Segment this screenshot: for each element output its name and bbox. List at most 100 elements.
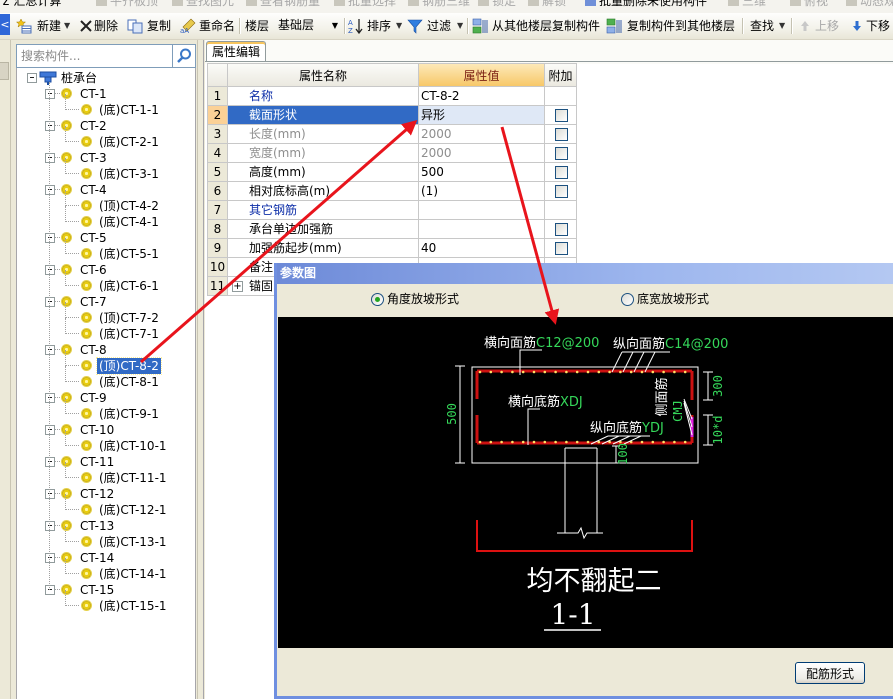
- property-value-cell[interactable]: CT-8-2: [419, 87, 545, 106]
- table-row[interactable]: 6 相对底标高(m) (1): [207, 182, 578, 201]
- tree-item-child[interactable]: (底)CT-1-1: [17, 94, 195, 118]
- tree-item-child[interactable]: (底)CT-11-1: [17, 462, 195, 486]
- column-header[interactable]: 属性名称: [228, 63, 419, 87]
- attach-checkbox[interactable]: [555, 147, 568, 160]
- dialog-title-bar[interactable]: 参数图: [277, 263, 893, 284]
- table-row[interactable]: 5 高度(mm) 500: [207, 163, 578, 182]
- new-button[interactable]: 新建: [37, 13, 61, 39]
- tree-item-child[interactable]: (底)CT-8-1: [17, 366, 195, 390]
- floor-select[interactable]: 基础层 ▼: [275, 16, 341, 35]
- collapse-toggle-icon[interactable]: [45, 585, 55, 595]
- tree-item-group[interactable]: CT-4: [17, 182, 195, 198]
- component-search-input[interactable]: [16, 44, 175, 68]
- property-name-cell[interactable]: 宽度(mm): [228, 144, 419, 163]
- tree-item-child[interactable]: (顶)CT-7-2: [17, 302, 195, 326]
- attach-checkbox[interactable]: [555, 128, 568, 141]
- tree-item-group[interactable]: CT-7: [17, 294, 195, 310]
- column-header[interactable]: [207, 63, 228, 87]
- row-number[interactable]: 1: [207, 87, 228, 106]
- property-value-cell[interactable]: 异形: [419, 106, 545, 125]
- collapse-toggle-icon[interactable]: [45, 553, 55, 563]
- tree-item-child[interactable]: (底)CT-6-1: [17, 270, 195, 294]
- panel-splitter[interactable]: [197, 40, 204, 699]
- find-dropdown-arrow-icon[interactable]: ▼: [779, 13, 785, 39]
- property-name-cell[interactable]: 名称: [228, 87, 419, 106]
- attach-checkbox[interactable]: [555, 242, 568, 255]
- lock-button[interactable]: 锁定: [478, 0, 516, 9]
- collapse-toggle-icon[interactable]: [45, 153, 55, 163]
- row-number[interactable]: 2: [207, 106, 228, 125]
- collapse-toggle-icon[interactable]: [45, 345, 55, 355]
- property-value-cell[interactable]: 500: [419, 163, 545, 182]
- collapse-toggle-icon[interactable]: [45, 297, 55, 307]
- sort-dropdown-arrow-icon[interactable]: ▼: [396, 13, 402, 39]
- tree-item-child[interactable]: (顶)CT-8-2: [17, 350, 195, 375]
- rebar-3d-button[interactable]: 钢筋三维: [408, 0, 470, 9]
- view-rebar-button[interactable]: 查看钢筋量: [246, 0, 320, 9]
- tree-item-group[interactable]: CT-9: [17, 390, 195, 406]
- row-number[interactable]: 10: [207, 258, 228, 277]
- tree-item-group[interactable]: CT-8: [17, 342, 195, 358]
- delete-button[interactable]: 删除: [94, 13, 118, 39]
- row-number[interactable]: 8: [207, 220, 228, 239]
- move-down-button[interactable]: 下移: [866, 13, 890, 39]
- property-value-cell[interactable]: [419, 201, 545, 220]
- tree-item-group[interactable]: CT-15: [17, 582, 195, 598]
- tree-item-child[interactable]: (底)CT-5-1: [17, 238, 195, 262]
- tree-item-child[interactable]: (底)CT-12-1: [17, 494, 195, 518]
- row-number[interactable]: 11: [207, 277, 228, 296]
- property-value-cell[interactable]: 40: [419, 239, 545, 258]
- collapse-toggle-icon[interactable]: [45, 521, 55, 531]
- collapse-toggle-icon[interactable]: [45, 489, 55, 499]
- row-number[interactable]: 7: [207, 201, 228, 220]
- property-name-cell[interactable]: 承台单边加强筋: [228, 220, 419, 239]
- tree-item-child[interactable]: (底)CT-10-1: [17, 430, 195, 454]
- batch-delete-unused-button[interactable]: 批量删除未使用构件: [585, 0, 707, 9]
- collapse-toggle-icon[interactable]: [27, 73, 37, 83]
- tree-item-group[interactable]: CT-5: [17, 230, 195, 246]
- table-row[interactable]: 7 其它钢筋: [207, 201, 578, 220]
- tree-item-group[interactable]: CT-11: [17, 454, 195, 470]
- tree-item-group[interactable]: CT-6: [17, 262, 195, 278]
- table-row[interactable]: 1 名称 CT-8-2: [207, 87, 578, 106]
- edge-panel-handle[interactable]: [0, 62, 9, 80]
- summary-calc-button[interactable]: Σ 汇总计算: [2, 0, 61, 9]
- property-name-cell[interactable]: 高度(mm): [228, 163, 419, 182]
- property-value-cell[interactable]: [419, 220, 545, 239]
- collapse-toggle-icon[interactable]: [45, 89, 55, 99]
- collapse-toggle-icon[interactable]: [45, 233, 55, 243]
- tree-item-group[interactable]: CT-1: [17, 86, 195, 102]
- property-name-cell[interactable]: 截面形状: [228, 106, 419, 125]
- expand-icon[interactable]: +: [232, 281, 243, 292]
- property-name-cell[interactable]: 加强筋起步(mm): [228, 239, 419, 258]
- column-header[interactable]: 附加: [545, 63, 577, 87]
- collapse-toggle-icon[interactable]: [45, 393, 55, 403]
- tree-root-node[interactable]: 桩承台: [17, 70, 195, 86]
- collapse-toggle-icon[interactable]: [45, 121, 55, 131]
- property-name-cell[interactable]: 长度(mm): [228, 125, 419, 144]
- property-name-cell[interactable]: 相对底标高(m): [228, 182, 419, 201]
- row-number[interactable]: 9: [207, 239, 228, 258]
- rebar-form-button[interactable]: 配筋形式: [795, 662, 865, 684]
- find-element-button[interactable]: 查找图元: [172, 0, 234, 9]
- collapse-toggle-icon[interactable]: [45, 457, 55, 467]
- tree-item-child[interactable]: (底)CT-3-1: [17, 158, 195, 182]
- tree-item-group[interactable]: CT-13: [17, 518, 195, 534]
- find-button[interactable]: 查找: [750, 13, 774, 39]
- new-dropdown-arrow-icon[interactable]: ▼: [64, 13, 70, 39]
- filter-dropdown-arrow-icon[interactable]: ▼: [457, 13, 463, 39]
- tree-item-child[interactable]: (底)CT-4-1: [17, 206, 195, 230]
- tree-item-child[interactable]: (底)CT-2-1: [17, 126, 195, 150]
- column-header[interactable]: 属性值: [419, 63, 545, 87]
- align-slab-top-button[interactable]: 平齐板顶: [96, 0, 158, 9]
- rename-button[interactable]: 重命名: [199, 13, 235, 39]
- tree-item-group[interactable]: CT-12: [17, 486, 195, 502]
- collapse-toggle-icon[interactable]: [45, 265, 55, 275]
- attach-checkbox[interactable]: [555, 109, 568, 122]
- top-view-button[interactable]: 俯视: [790, 0, 828, 9]
- move-up-button[interactable]: 上移: [815, 13, 839, 39]
- property-value-cell[interactable]: 2000: [419, 144, 545, 163]
- copy-from-other-floor-button[interactable]: 从其他楼层复制构件: [492, 13, 600, 39]
- row-number[interactable]: 6: [207, 182, 228, 201]
- attach-checkbox[interactable]: [555, 166, 568, 179]
